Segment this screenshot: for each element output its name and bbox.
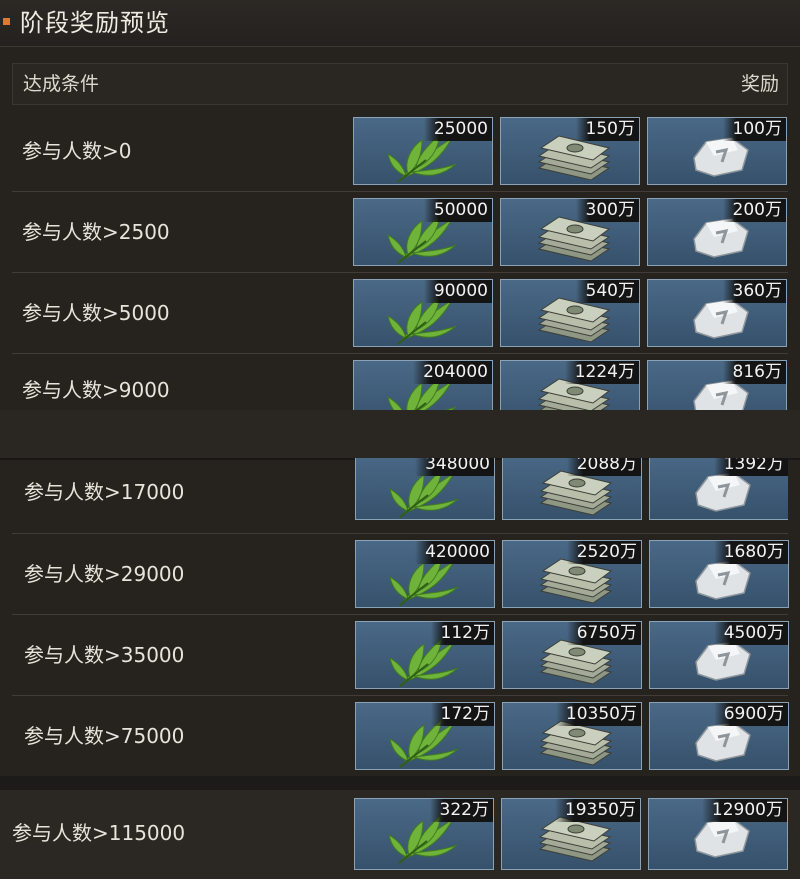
reward-quantity: 150万 <box>575 118 639 141</box>
leaf-reward-slot[interactable]: 112万 <box>355 621 495 689</box>
section-divider <box>0 776 800 790</box>
cash-reward-slot[interactable]: 300万 <box>500 198 640 266</box>
silver-reward-slot[interactable]: 1392万 <box>649 458 788 520</box>
reward-quantity: 50000 <box>423 199 492 222</box>
reward-quantity: 12900万 <box>701 799 787 822</box>
page-title: 阶段奖励预览 <box>20 9 170 37</box>
cash-reward-slot[interactable]: 150万 <box>500 117 640 185</box>
leaf-reward-slot[interactable]: 25000 <box>353 117 493 185</box>
tier-condition: 参与人数>35000 <box>24 643 185 667</box>
reward-quantity: 6900万 <box>713 703 788 726</box>
tier-condition: 参与人数>29000 <box>24 562 185 586</box>
title-bar: 阶段奖励预览 <box>0 0 800 47</box>
section-divider <box>0 410 800 460</box>
tier-row: 参与人数>115000 322万 19350万 12900万 <box>0 790 800 879</box>
leaf-reward-slot[interactable]: 420000 <box>355 540 495 608</box>
reward-quantity: 322万 <box>429 799 493 822</box>
reward-quantity: 90000 <box>423 280 492 303</box>
tier-row: 参与人数>0 25000 150万 100万 <box>12 111 788 192</box>
silver-reward-slot[interactable]: 6900万 <box>649 702 789 770</box>
tier-row: 参与人数>75000 172万 10350万 6900万 <box>12 696 789 777</box>
reward-quantity: 172万 <box>430 703 494 726</box>
reward-quantity: 348000 <box>415 458 494 476</box>
tier-condition: 参与人数>5000 <box>22 301 170 325</box>
reward-quantity: 360万 <box>722 280 786 303</box>
cash-reward-slot[interactable]: 2520万 <box>502 540 642 608</box>
reward-quantity: 1680万 <box>713 541 788 564</box>
leaf-reward-slot[interactable]: 322万 <box>354 798 494 870</box>
reward-quantity: 10350万 <box>555 703 641 726</box>
silver-reward-slot[interactable]: 100万 <box>647 117 787 185</box>
tier-row: 参与人数>35000 112万 6750万 4500万 <box>12 615 789 696</box>
reward-quantity: 4500万 <box>713 622 788 645</box>
tier-condition: 参与人数>17000 <box>24 480 185 504</box>
reward-quantity: 25000 <box>423 118 492 141</box>
reward-quantity: 19350万 <box>554 799 640 822</box>
cash-reward-slot[interactable]: 6750万 <box>502 621 642 689</box>
reward-quantity: 300万 <box>575 199 639 222</box>
cash-reward-slot[interactable]: 19350万 <box>501 798 641 870</box>
tier-row: 参与人数>17000 348000 2088万 1392万 <box>12 458 788 534</box>
cash-reward-slot[interactable]: 540万 <box>500 279 640 347</box>
tier-condition: 参与人数>9000 <box>22 378 170 402</box>
tier-condition: 参与人数>2500 <box>22 220 170 244</box>
reward-quantity: 204000 <box>413 361 492 384</box>
leaf-reward-slot[interactable]: 348000 <box>355 458 495 520</box>
cash-reward-slot[interactable]: 10350万 <box>502 702 642 770</box>
cash-reward-slot[interactable]: 2088万 <box>502 458 642 520</box>
tier-row: 参与人数>5000 90000 540万 360万 <box>12 273 788 354</box>
silver-reward-slot[interactable]: 200万 <box>647 198 787 266</box>
tier-condition: 参与人数>0 <box>22 139 132 163</box>
tier-condition: 参与人数>115000 <box>12 821 186 845</box>
leaf-reward-slot[interactable]: 204000 <box>353 360 493 410</box>
reward-quantity: 2520万 <box>566 541 641 564</box>
silver-reward-slot[interactable]: 4500万 <box>649 621 789 689</box>
reward-quantity: 6750万 <box>566 622 641 645</box>
title-marker <box>3 18 10 25</box>
reward-quantity: 540万 <box>575 280 639 303</box>
table-header: 达成条件 奖励 <box>12 63 788 105</box>
leaf-reward-slot[interactable]: 90000 <box>353 279 493 347</box>
leaf-reward-slot[interactable]: 50000 <box>353 198 493 266</box>
tier-row: 参与人数>9000 204000 1224万 816万 <box>12 354 788 410</box>
reward-quantity: 1392万 <box>713 458 788 476</box>
reward-quantity: 1224万 <box>564 361 639 384</box>
silver-reward-slot[interactable]: 360万 <box>647 279 787 347</box>
tier-row: 参与人数>2500 50000 300万 200万 <box>12 192 788 273</box>
reward-column-header: 奖励 <box>740 73 779 95</box>
reward-quantity: 2088万 <box>566 458 641 476</box>
cash-reward-slot[interactable]: 1224万 <box>500 360 640 410</box>
condition-column-header: 达成条件 <box>23 73 100 95</box>
silver-reward-slot[interactable]: 816万 <box>647 360 787 410</box>
reward-quantity: 100万 <box>722 118 786 141</box>
tier-row: 参与人数>29000 420000 2520万 1680万 <box>12 534 789 615</box>
reward-quantity: 816万 <box>722 361 786 384</box>
reward-quantity: 420000 <box>415 541 494 564</box>
tier-condition: 参与人数>75000 <box>24 724 185 748</box>
reward-quantity: 200万 <box>722 199 786 222</box>
reward-quantity: 112万 <box>430 622 494 645</box>
leaf-reward-slot[interactable]: 172万 <box>355 702 495 770</box>
silver-reward-slot[interactable]: 12900万 <box>648 798 788 870</box>
silver-reward-slot[interactable]: 1680万 <box>649 540 789 608</box>
